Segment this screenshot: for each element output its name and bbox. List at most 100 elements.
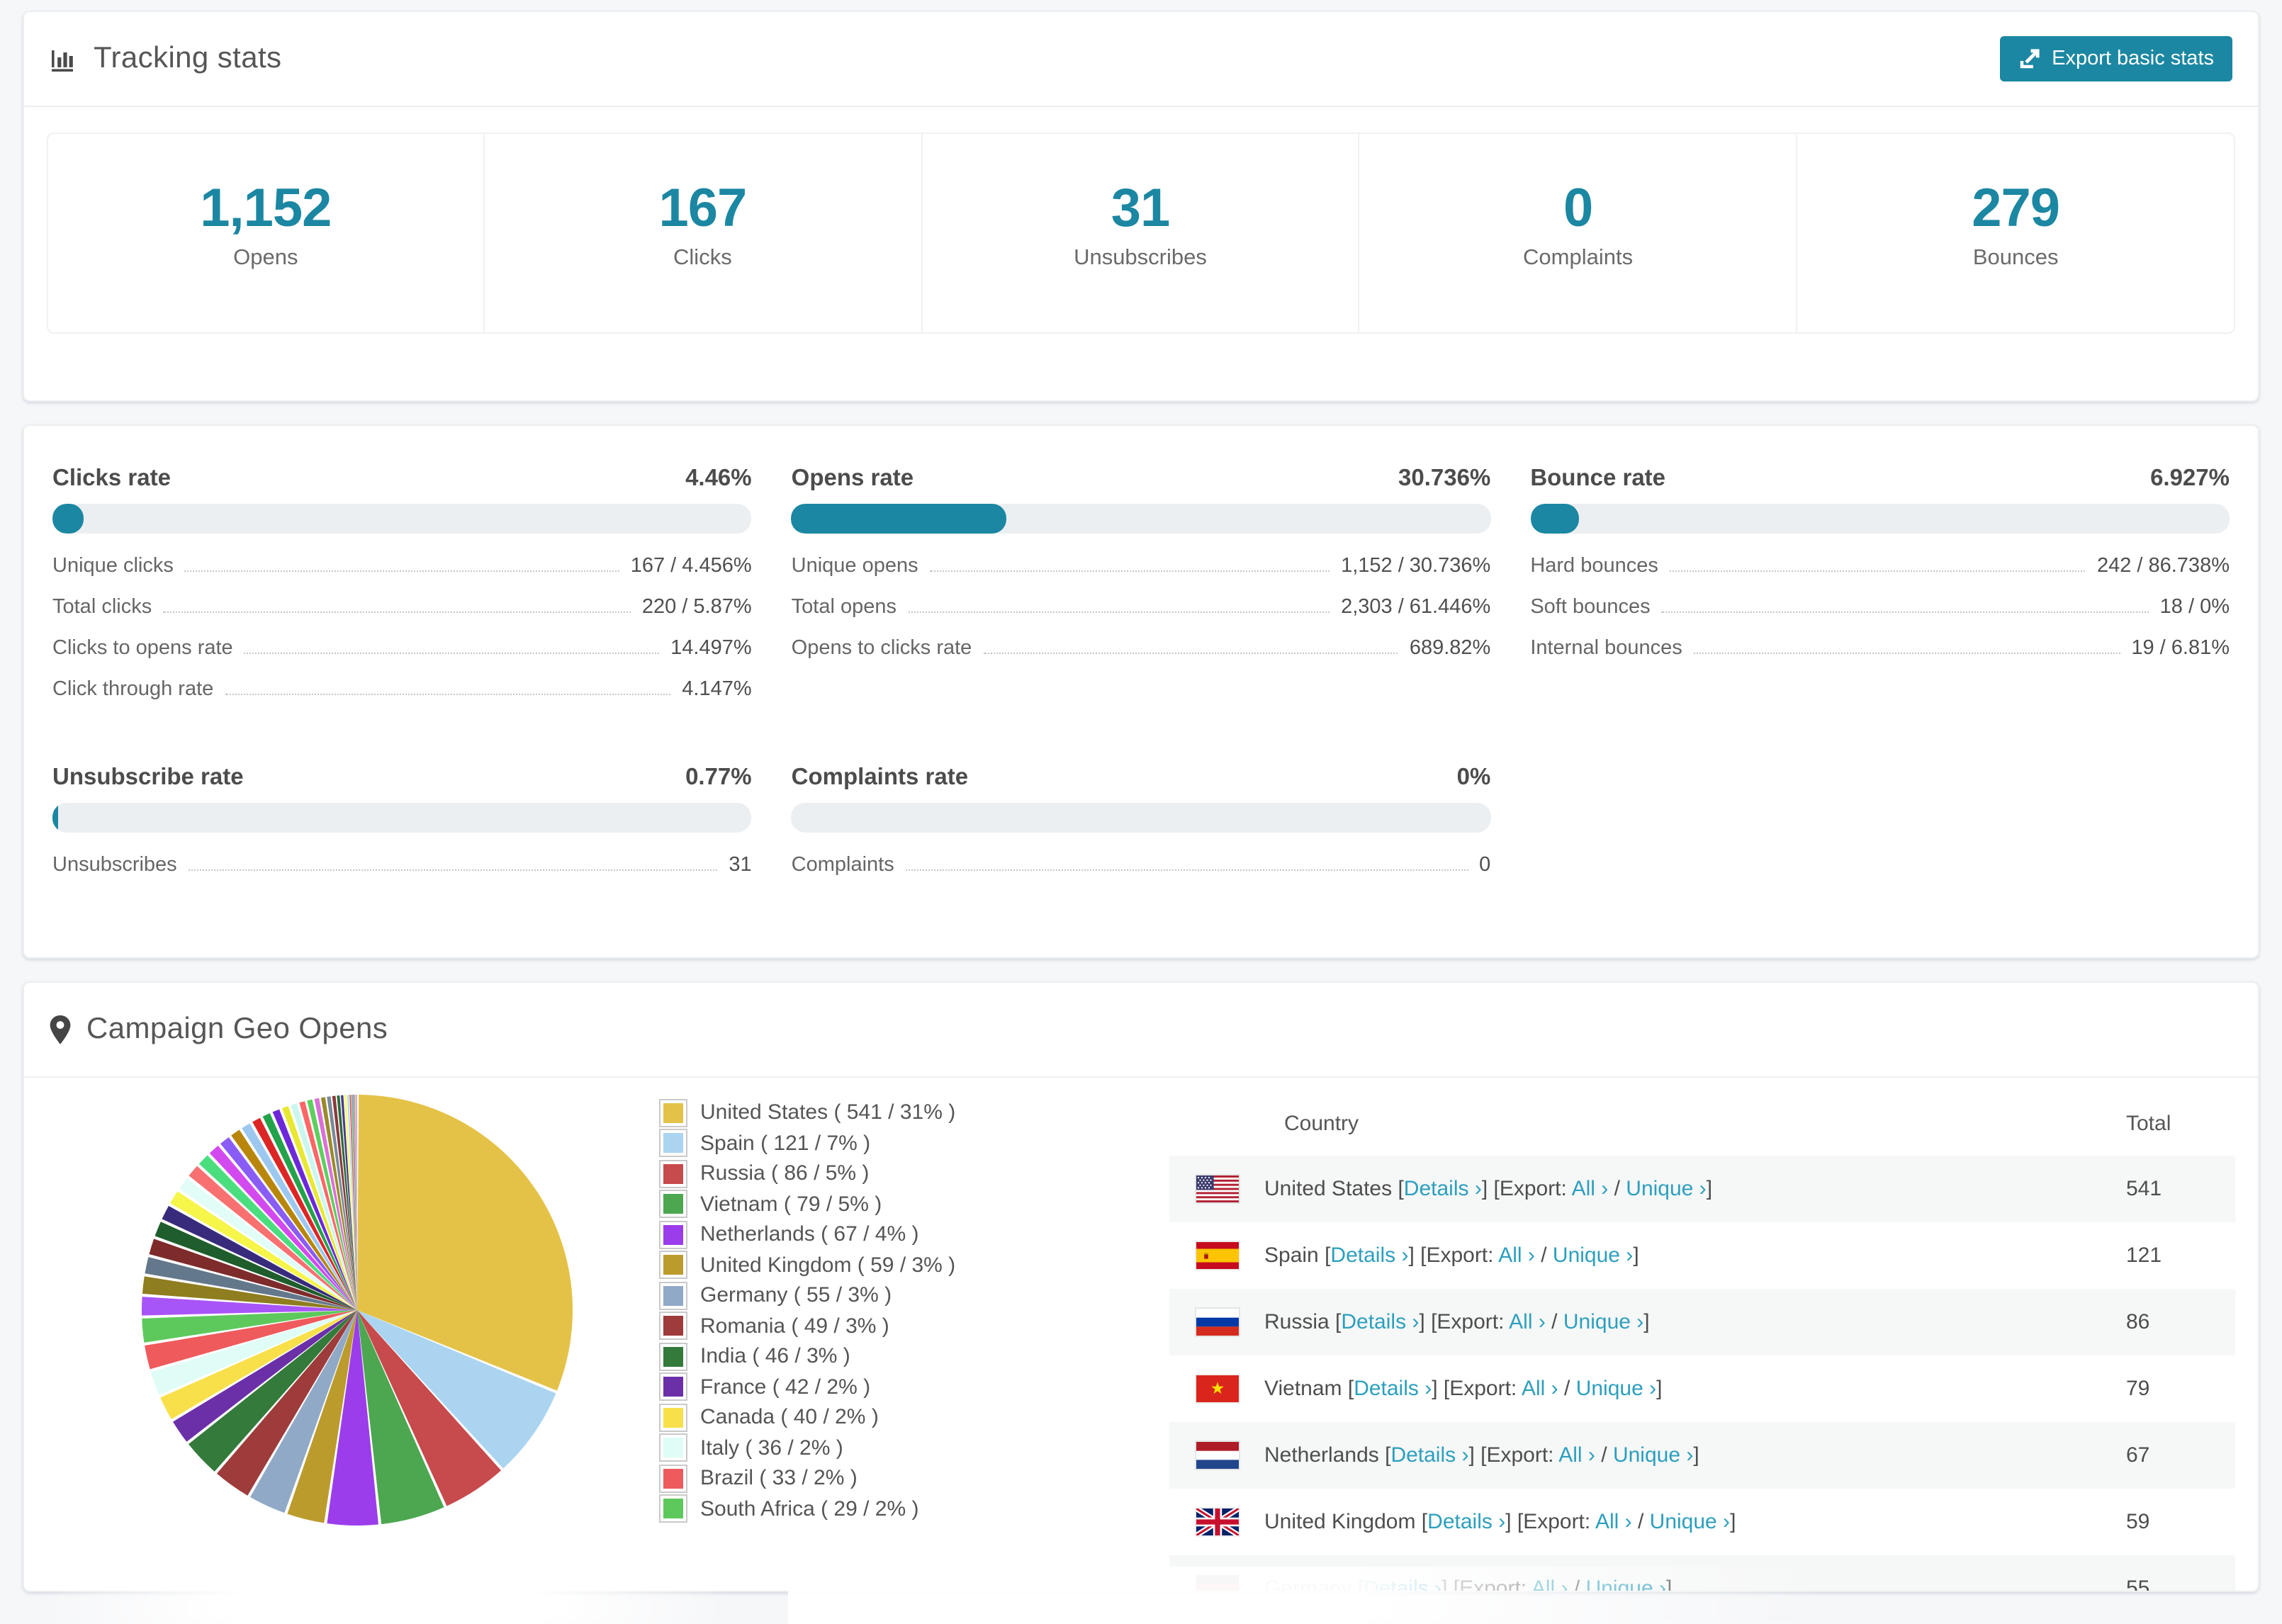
legend-swatch [659,1220,687,1249]
stat-value: 167 [658,179,747,238]
dotted-leader [163,611,631,613]
rate-detail-label: Complaints [791,854,894,876]
rate-detail-label: Clicks to opens rate [52,637,233,660]
gb-flag-icon [1196,1509,1239,1535]
export-all-link[interactable]: All › [1595,1510,1632,1534]
dotted-leader [905,869,1468,871]
legend-item-russia[interactable]: Russia ( 86 / 5% ) [659,1158,955,1189]
legend-label: France ( 42 / 2% ) [700,1375,871,1399]
details-link[interactable]: Details › [1364,1577,1441,1591]
export-basic-stats-button[interactable]: Export basic stats [1999,36,2232,81]
nl-flag-icon [1196,1442,1239,1469]
details-link[interactable]: Details › [1427,1510,1505,1534]
export-all-link[interactable]: All › [1572,1177,1609,1201]
legend-item-vietnam[interactable]: Vietnam ( 79 / 5% ) [659,1189,955,1219]
export-unique-link[interactable]: Unique › [1626,1177,1706,1201]
legend-item-romania[interactable]: Romania ( 49 / 3% ) [659,1311,955,1341]
rate-value: 0.77% [685,765,752,790]
geo-opens-title-text: Campaign Geo Opens [86,1013,388,1045]
legend-item-canada[interactable]: Canada ( 40 / 2% ) [659,1402,955,1433]
export-unique-link[interactable]: Unique › [1576,1377,1656,1401]
stat-label: Clicks [673,245,732,269]
rate-progress-fill [791,504,1006,534]
export-unique-link[interactable]: Unique › [1563,1310,1643,1334]
legend-item-south-africa[interactable]: South Africa ( 29 / 2% ) [659,1494,955,1524]
legend-label: Brazil ( 33 / 2% ) [700,1466,858,1491]
details-link[interactable]: Details › [1330,1244,1408,1268]
legend-label: Italy ( 36 / 2% ) [700,1436,843,1460]
export-all-link[interactable]: All › [1531,1577,1568,1591]
map-pin-icon [50,1015,71,1044]
geo-row-nl: Netherlands [Details ›] [Export: All › /… [1169,1422,2235,1489]
legend-label: Canada ( 40 / 2% ) [700,1405,879,1430]
export-unique-link[interactable]: Unique › [1613,1443,1693,1467]
rate-progress-bar [52,803,752,833]
geo-opens-pie-chart [137,1090,577,1530]
dotted-leader [1693,653,2120,654]
export-all-link[interactable]: All › [1522,1377,1558,1401]
rate-detail-label: Soft bounces [1530,596,1651,619]
geo-table-header: Country Total [1169,1093,2235,1156]
legend-item-spain[interactable]: Spain ( 121 / 7% ) [659,1128,955,1158]
legend-label: Spain ( 121 / 7% ) [700,1131,871,1156]
column-header-country: Country [1284,1112,1359,1136]
rate-detail-label: Hard bounces [1530,555,1658,577]
rate-detail-row: Hard bounces 242 / 86.738% [1530,555,2230,596]
geo-opens-header: Campaign Geo Opens [24,983,2258,1078]
rate-detail-row: Unique opens 1,152 / 30.736% [792,555,1491,596]
rate-block-unsubscribe-rate: Unsubscribe rate 0.77% Unsubscribes 31 [52,762,752,895]
rate-detail-value: 242 / 86.738% [2096,555,2230,577]
legend-item-brazil[interactable]: Brazil ( 33 / 2% ) [659,1463,955,1494]
details-link[interactable]: Details › [1354,1377,1432,1401]
export-all-link[interactable]: All › [1498,1244,1535,1268]
legend-item-united-kingdom[interactable]: United Kingdom ( 59 / 3% ) [659,1250,955,1280]
export-icon [2018,47,2040,70]
dotted-leader [929,570,1330,572]
rate-detail-value: 31 [729,854,752,876]
legend-item-france[interactable]: France ( 42 / 2% ) [659,1372,955,1402]
legend-item-india[interactable]: India ( 46 / 3% ) [659,1341,955,1372]
country-cell: United Kingdom [Details ›] [Export: All … [1264,1510,1736,1534]
details-link[interactable]: Details › [1341,1310,1419,1334]
total-cell: 541 [2126,1177,2162,1201]
dotted-leader [244,653,660,654]
legend-item-netherlands[interactable]: Netherlands ( 67 / 4% ) [659,1219,955,1250]
legend-swatch [659,1129,687,1158]
rate-block-opens-rate: Opens rate 30.736% Unique opens 1,152 / 30.… [791,463,1491,719]
rate-detail-value: 19 / 6.81% [2131,637,2230,660]
legend-label: Netherlands ( 67 / 4% ) [700,1222,919,1247]
bar-chart-icon [50,45,78,73]
details-link[interactable]: Details › [1404,1177,1482,1201]
total-cell: 86 [2126,1310,2150,1334]
rate-detail-label: Unsubscribes [52,854,177,876]
stat-label: Opens [233,245,298,269]
us-flag-icon [1196,1175,1239,1202]
rate-block-clicks-rate: Clicks rate 4.46% Unique clicks 167 / 4.456… [52,463,752,719]
legend-item-united-states[interactable]: United States ( 541 / 31% ) [659,1098,955,1128]
details-link[interactable]: Details › [1390,1443,1468,1467]
stat-label: Bounces [1972,245,2059,269]
legend-item-germany[interactable]: Germany ( 55 / 3% ) [659,1280,955,1311]
rates-grid: Clicks rate 4.46% Unique clicks 167 / 4.456… [52,463,2230,895]
rate-progress-fill [1530,504,1579,534]
export-unique-link[interactable]: Unique › [1650,1510,1730,1534]
rate-detail-value: 18 / 0% [2159,596,2230,619]
country-cell: Vietnam [Details ›] [Export: All › / Uni… [1264,1377,1663,1401]
legend-label: India ( 46 / 3% ) [700,1344,850,1369]
export-unique-link[interactable]: Unique › [1586,1577,1666,1591]
stat-label: Complaints [1523,245,1634,269]
export-unique-link[interactable]: Unique › [1553,1244,1633,1268]
column-header-total: Total [2126,1112,2171,1136]
rate-detail-row: Unique clicks 167 / 4.456% [52,555,752,596]
ru-flag-icon [1196,1309,1239,1336]
export-all-link[interactable]: All › [1509,1310,1546,1334]
export-all-link[interactable]: All › [1558,1443,1595,1467]
geo-row-us: United States [Details ›] [Export: All ›… [1169,1156,2235,1222]
geo-opens-title: Campaign Geo Opens [50,1013,388,1047]
rate-title: Clicks rate [52,466,171,491]
de-flag-icon [1196,1575,1239,1591]
tracking-stats-card: Tracking stats Export basic stats 1,152 O… [23,11,2259,402]
legend-item-italy[interactable]: Italy ( 36 / 2% ) [659,1433,955,1463]
rate-title: Complaints rate [791,765,969,790]
rate-detail-value: 4.147% [682,678,752,701]
